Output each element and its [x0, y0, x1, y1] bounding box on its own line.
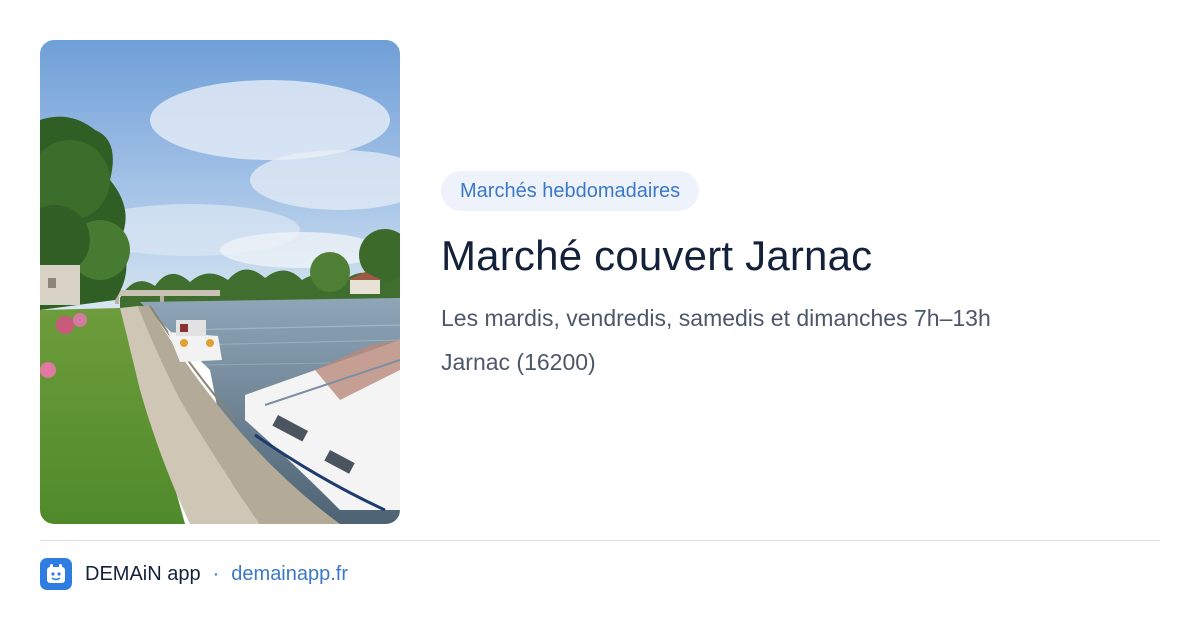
schedule-text: Les mardis, vendredis, samedis et dimanc… [441, 305, 991, 331]
market-photo [40, 40, 400, 524]
category-chip[interactable]: Marchés hebdomadaires [441, 171, 700, 211]
location-text: Jarnac (16200) [441, 349, 596, 375]
app-name: DEMAiN app [85, 562, 201, 585]
domain-link[interactable]: demainapp.fr [231, 563, 348, 586]
riverside-photo-illustration [40, 40, 400, 524]
market-title: Marché couvert Jarnac [441, 232, 873, 279]
market-info: Marchés hebdomadaires Marché couvert Jar… [441, 171, 1161, 377]
footer: DEMAiN app · demainapp.fr [40, 558, 348, 590]
footer-separator: · [212, 562, 220, 585]
footer-divider [40, 540, 1160, 541]
app-logo-icon [40, 558, 72, 590]
